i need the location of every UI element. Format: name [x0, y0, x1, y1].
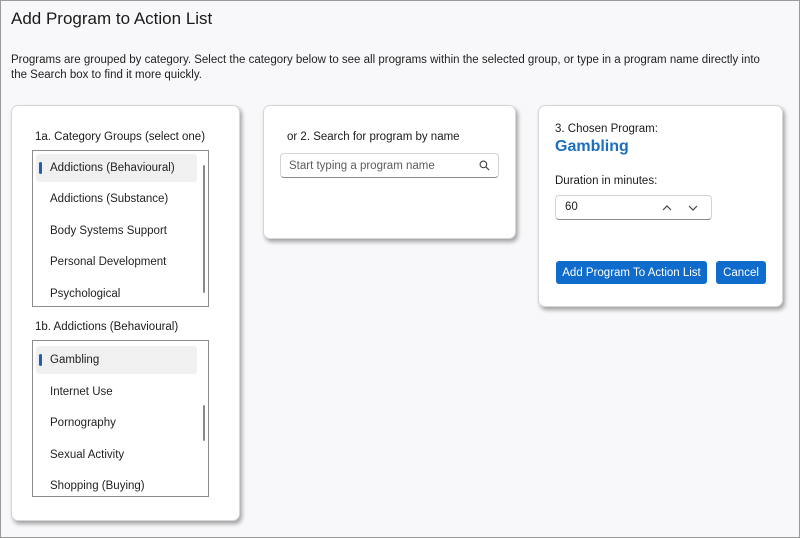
program-item[interactable]: Sexual Activity: [36, 441, 197, 469]
add-program-button[interactable]: Add Program To Action List: [556, 261, 707, 284]
program-item[interactable]: Pornography: [36, 409, 197, 437]
page-title: Add Program to Action List: [11, 9, 213, 28]
chevron-down-icon[interactable]: [686, 201, 700, 215]
dialog-window: Add Program to Action List Programs are …: [0, 0, 800, 538]
search-label: or 2. Search for program by name: [287, 131, 460, 143]
search-box[interactable]: [280, 153, 499, 178]
chevron-up-icon[interactable]: [660, 201, 674, 215]
program-scrollbar[interactable]: [203, 405, 205, 441]
program-listbox[interactable]: Gambling Internet Use Pornography Sexual…: [32, 340, 209, 497]
search-input[interactable]: [281, 154, 471, 177]
chosen-program-name: Gambling: [555, 138, 629, 155]
category-item[interactable]: Personal Development: [36, 248, 197, 276]
category-item[interactable]: Body Systems Support: [36, 217, 197, 245]
search-icon[interactable]: [479, 160, 490, 171]
chosen-program-label: 3. Chosen Program:: [555, 123, 658, 135]
category-groups-label: 1a. Category Groups (select one): [35, 131, 206, 143]
program-item[interactable]: Shopping (Buying): [36, 472, 197, 496]
chosen-program-panel: 3. Chosen Program: Gambling Duration in …: [538, 105, 783, 307]
page-description: Programs are grouped by category. Select…: [11, 54, 760, 81]
duration-value[interactable]: 60: [565, 201, 578, 213]
category-listbox[interactable]: Addictions (Behavioural) Addictions (Sub…: [32, 150, 209, 307]
program-item[interactable]: Internet Use: [36, 378, 197, 406]
duration-stepper[interactable]: 60: [555, 195, 712, 220]
category-item[interactable]: Addictions (Behavioural): [36, 154, 197, 182]
search-panel: or 2. Search for program by name: [263, 105, 516, 239]
duration-label: Duration in minutes:: [555, 175, 658, 187]
category-scrollbar[interactable]: [203, 165, 205, 293]
program-item[interactable]: Gambling: [36, 346, 197, 374]
category-item[interactable]: Psychological: [36, 280, 197, 306]
programs-group-label: 1b. Addictions (Behavioural): [35, 321, 179, 333]
category-item[interactable]: Addictions (Substance): [36, 185, 197, 213]
category-panel: 1a. Category Groups (select one) Addicti…: [11, 105, 240, 521]
cancel-button[interactable]: Cancel: [716, 261, 766, 284]
